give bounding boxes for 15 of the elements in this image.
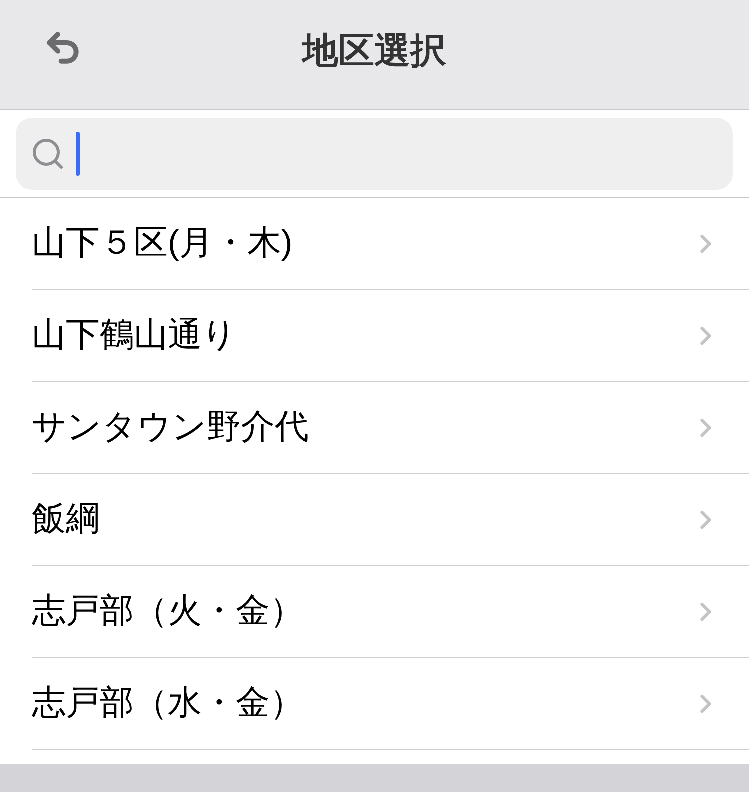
screen-title: 地区選択 [302,28,446,72]
area-name: 志戸部（火・金） [32,591,305,632]
text-cursor [76,132,80,176]
area-name: 飯綱 [32,499,101,540]
area-list-item[interactable]: サンタウン野介代 [32,382,749,474]
area-list-item[interactable]: 山下５区(月・木) [32,198,749,290]
area-list-item[interactable]: 志戸部（水・金） [32,658,749,750]
area-name: サンタウン野介代 [32,407,310,448]
search-field[interactable] [16,118,733,190]
area-name: 山下５区(月・木) [32,223,294,264]
area-name: 志戸部（水・金） [32,683,305,724]
area-name: 山下鶴山通り [32,315,238,356]
area-list-item[interactable]: 飯綱 [32,474,749,566]
area-list-item[interactable]: 志戸部（火・金） [32,566,749,658]
area-list-item[interactable]: 山下鶴山通り [32,290,749,382]
